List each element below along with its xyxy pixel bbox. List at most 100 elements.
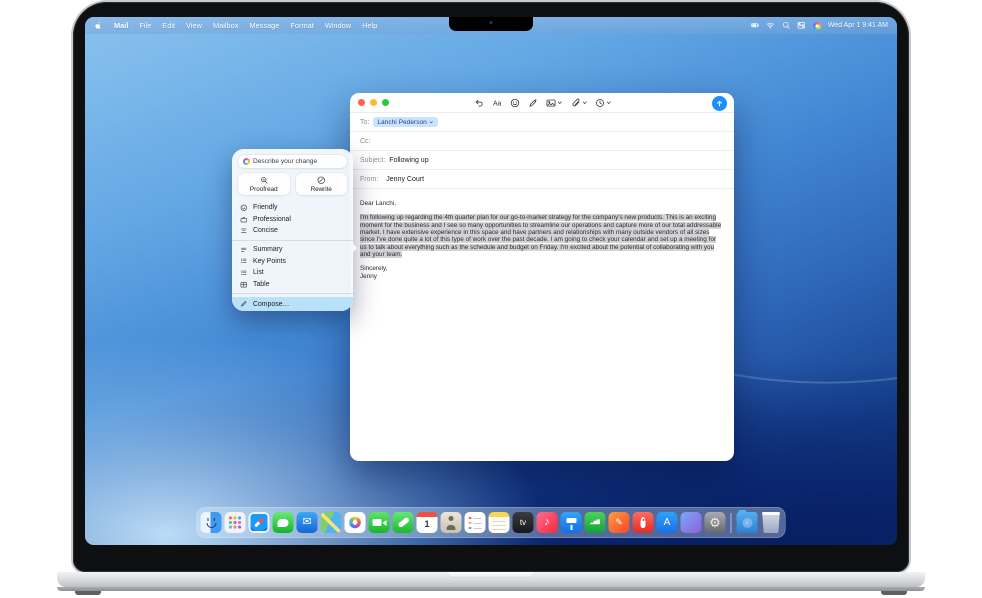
dock-icon-calendar[interactable]: 1 [417, 512, 438, 533]
menu-window[interactable]: Window [325, 21, 351, 30]
format-button[interactable]: Aa [492, 98, 502, 108]
writing-tools-item-friendly[interactable]: Friendly [232, 202, 353, 214]
menu-bar-clock[interactable]: Wed Apr 1 9:41 AM [828, 22, 888, 29]
compose-icon [240, 300, 248, 308]
menu-format[interactable]: Format [290, 21, 313, 30]
subject-field-row[interactable]: Subject: Following up [350, 150, 734, 169]
battery-icon[interactable] [751, 21, 760, 30]
menu-edit[interactable]: Edit [162, 21, 175, 30]
dock-icon-rocket[interactable] [633, 512, 654, 533]
dock-icon-music[interactable]: ♪ [537, 512, 558, 533]
describe-change-input[interactable]: Describe your change [238, 155, 347, 168]
writing-tools-item-list[interactable]: List [232, 267, 353, 279]
dock-icon-downloads[interactable] [737, 512, 758, 533]
dock-icon-app-store[interactable]: A [657, 512, 678, 533]
settings-glyph: ⚙ [709, 516, 721, 529]
writing-tools-item-key-points[interactable]: Key Points [232, 255, 353, 267]
item-label: Compose… [253, 301, 289, 308]
briefcase-icon [240, 216, 248, 224]
dock-icon-contacts[interactable] [441, 512, 462, 533]
writing-tools-item-concise[interactable]: Concise [232, 225, 353, 237]
writing-tools-button[interactable] [528, 98, 538, 108]
dock-icon-numbers[interactable]: ▂▅▇ [585, 512, 606, 533]
numbers-glyph: ▂▅▇ [591, 520, 600, 525]
pages-glyph: ✎ [615, 518, 623, 527]
menu-divider [232, 240, 353, 241]
photo-browser-icon [546, 98, 556, 108]
dock-icon-facetime[interactable] [369, 512, 390, 533]
menu-mail[interactable]: Mail [114, 21, 128, 30]
dock-icon-messages[interactable] [273, 512, 294, 533]
camera-dot [490, 21, 493, 24]
message-body[interactable]: Dear Lanchi, I'm following up regarding … [350, 188, 734, 444]
send-later-icon [595, 98, 605, 108]
svg-text:Aa: Aa [493, 100, 502, 107]
dock-icon-tv[interactable]: tv [513, 512, 534, 533]
minimize-window-button[interactable] [370, 99, 377, 106]
dock-icon-keynote[interactable] [561, 512, 582, 533]
dock-icon-reminders[interactable] [465, 512, 486, 533]
selected-text[interactable]: I'm following up regarding the 4th quart… [360, 214, 721, 258]
dock-icon-phone[interactable] [393, 512, 414, 533]
menu-view[interactable]: View [186, 21, 202, 30]
zoom-window-button[interactable] [382, 99, 389, 106]
to-field-row[interactable]: To: Lanchi Pederson [350, 112, 734, 131]
apple-intelligence-icon [243, 158, 250, 165]
siri-icon[interactable] [813, 22, 821, 30]
dock-icon-finder[interactable] [201, 512, 222, 533]
attachment-icon [571, 98, 581, 108]
writing-tools-item-professional[interactable]: Professional [232, 214, 353, 226]
proofread-button[interactable]: Proofread [238, 173, 290, 195]
smiley-icon [240, 204, 248, 212]
wifi-icon[interactable] [766, 21, 775, 30]
dock-icon-pages[interactable]: ✎ [609, 512, 630, 533]
writing-tools-item-table[interactable]: Table [232, 279, 353, 291]
dock-icon-safari[interactable] [249, 512, 270, 533]
photo-browser-button[interactable] [546, 98, 563, 108]
apple-menu[interactable] [94, 21, 103, 30]
writing-tools-item-summary[interactable]: Summary [232, 244, 353, 256]
desktop-screen: Mail File Edit View Mailbox Message Format Wind… [85, 17, 897, 545]
macbook-foot [881, 591, 907, 595]
mail-compose-window: Aa To: Lanchi Pederson Cc: Subject: Foll… [350, 93, 734, 461]
dock-icon-iphone-mirroring[interactable] [681, 512, 702, 533]
menu-help[interactable]: Help [362, 21, 377, 30]
recipient-name: Lanchi Pederson [377, 119, 427, 126]
dock-icon-settings[interactable]: ⚙ [705, 512, 726, 533]
search-icon[interactable] [782, 21, 791, 30]
closing-line: Sincerely, [360, 265, 724, 272]
menu-mailbox[interactable]: Mailbox [213, 21, 238, 30]
to-label: To: [360, 119, 369, 126]
undo-icon [474, 98, 484, 108]
writing-tools-item-compose[interactable]: Compose… [232, 297, 353, 311]
summary-icon [240, 246, 248, 254]
dock-icon-trash[interactable] [761, 512, 782, 533]
display-notch [449, 17, 533, 31]
from-field-row[interactable]: From: Jenny Court [350, 169, 734, 188]
dock-icon-launchpad[interactable] [225, 512, 246, 533]
cc-label: Cc: [360, 138, 371, 145]
menu-message[interactable]: Message [249, 21, 279, 30]
menu-file[interactable]: File [139, 21, 151, 30]
send-later-button[interactable] [595, 98, 612, 108]
undo-button[interactable] [474, 98, 484, 108]
chevron-down-icon [606, 100, 612, 106]
emoji-button[interactable] [510, 98, 520, 108]
cc-field-row[interactable]: Cc: [350, 131, 734, 150]
subject-value: Following up [389, 157, 428, 164]
dock-icon-mail[interactable]: ✉ [297, 512, 318, 533]
recipient-token[interactable]: Lanchi Pederson [373, 117, 438, 127]
apple-icon[interactable] [94, 21, 103, 30]
compose-toolbar: Aa [350, 93, 734, 112]
send-button[interactable] [712, 96, 727, 111]
attachment-button[interactable] [571, 98, 588, 108]
dock-icon-notes[interactable] [489, 512, 510, 533]
emoji-icon [510, 98, 520, 108]
rewrite-button[interactable]: Rewrite [296, 173, 348, 195]
item-label: Professional [253, 216, 291, 223]
close-window-button[interactable] [358, 99, 365, 106]
control-center-icon[interactable] [797, 21, 806, 30]
dock-icon-maps[interactable] [321, 512, 342, 533]
dock-icon-photos[interactable] [345, 512, 366, 533]
calendar-glyph: 1 [424, 516, 429, 529]
